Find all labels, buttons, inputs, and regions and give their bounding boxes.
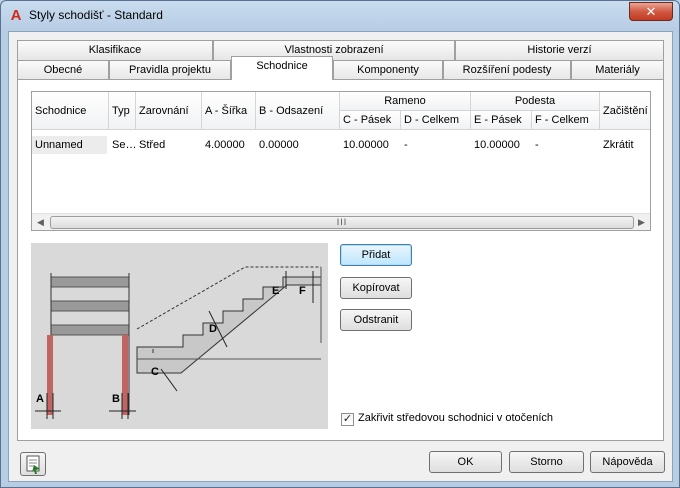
header-d-celkem[interactable]: D - Celkem bbox=[401, 111, 471, 130]
dialog-window: A Styly schodišť - Standard ✕ Klasifikac… bbox=[0, 0, 680, 488]
diagram-label-d: D bbox=[209, 323, 217, 335]
close-button[interactable]: ✕ bbox=[629, 2, 673, 21]
tab-obecne[interactable]: Obecné bbox=[17, 60, 109, 80]
cell-a-sirka[interactable]: 4.00000 bbox=[202, 136, 256, 154]
curve-stringer-label[interactable]: Zakřivit středovou schodnici v otočeních bbox=[358, 412, 553, 424]
curve-stringer-checkbox[interactable]: ✓ bbox=[341, 413, 354, 426]
cell-zacisteni[interactable]: Zkrátit bbox=[600, 136, 650, 154]
header-f-celkem[interactable]: F - Celkem bbox=[532, 111, 600, 130]
remove-button[interactable]: Odstranit bbox=[340, 309, 412, 331]
header-b-odsazeni[interactable]: B - Odsazení bbox=[256, 92, 340, 130]
title-bar[interactable]: A Styly schodišť - Standard ✕ bbox=[1, 1, 679, 31]
details-toggle-button[interactable] bbox=[20, 452, 46, 476]
diagram-label-e: E bbox=[272, 285, 280, 297]
diagram-label-c: C bbox=[151, 366, 159, 378]
stringers-grid: Schodnice Typ Zarovnání A - Šířka B - Od… bbox=[31, 91, 651, 231]
cell-f-celkem[interactable]: - bbox=[532, 136, 600, 154]
tab-materialy[interactable]: Materiály bbox=[571, 60, 664, 80]
cell-c-pasek[interactable]: 10.00000 bbox=[340, 136, 401, 154]
cell-zarovnani[interactable]: Střed bbox=[136, 136, 202, 154]
tab-rozsireni-podesty[interactable]: Rozšíření podesty bbox=[443, 60, 571, 80]
diagram-label-a: A bbox=[36, 393, 44, 405]
scroll-left-icon[interactable]: ◀ bbox=[32, 214, 49, 230]
stringer-diagram-drawing bbox=[35, 266, 322, 419]
header-group-rameno: Rameno bbox=[340, 92, 471, 111]
cancel-button[interactable]: Storno bbox=[509, 451, 584, 473]
copy-button[interactable]: Kopírovat bbox=[340, 277, 412, 299]
header-e-pasek[interactable]: E - Pásek bbox=[471, 111, 532, 130]
help-button[interactable]: Nápověda bbox=[590, 451, 665, 473]
header-zarovnani[interactable]: Zarovnání bbox=[136, 92, 202, 130]
tab-klasifikace[interactable]: Klasifikace bbox=[17, 40, 213, 60]
cell-e-pasek[interactable]: 10.00000 bbox=[471, 136, 532, 154]
window-title: Styly schodišť - Standard bbox=[29, 8, 163, 22]
tab-komponenty[interactable]: Komponenty bbox=[333, 60, 443, 80]
scroll-right-icon[interactable]: ▶ bbox=[633, 214, 650, 230]
header-typ[interactable]: Typ bbox=[109, 92, 136, 130]
scroll-thumb[interactable]: III bbox=[50, 216, 634, 229]
tab-panel-schodnice: Schodnice Typ Zarovnání A - Šířka B - Od… bbox=[17, 79, 664, 441]
tab-historie-verzi[interactable]: Historie verzí bbox=[455, 40, 664, 60]
ok-button[interactable]: OK bbox=[429, 451, 502, 473]
header-group-podesta: Podesta bbox=[471, 92, 600, 111]
document-arrow-icon bbox=[26, 455, 40, 474]
header-schodnice[interactable]: Schodnice bbox=[32, 92, 109, 130]
autocad-app-icon: A bbox=[10, 7, 22, 24]
cell-typ[interactable]: Se… bbox=[109, 136, 136, 154]
grid-horizontal-scrollbar[interactable]: ◀ III ▶ bbox=[32, 213, 650, 230]
diagram-label-b: B bbox=[112, 393, 120, 405]
add-button[interactable]: Přidat bbox=[340, 244, 412, 266]
cell-schodnice[interactable]: Unnamed bbox=[32, 136, 107, 154]
tab-schodnice[interactable]: Schodnice bbox=[231, 56, 333, 80]
cell-b-odsazeni[interactable]: 0.00000 bbox=[256, 136, 340, 154]
stringer-illustration: A B C D E F bbox=[31, 243, 328, 429]
tab-pravidla-projektu[interactable]: Pravidla projektu bbox=[109, 60, 231, 80]
scroll-thumb-grip: III bbox=[336, 217, 348, 227]
header-c-pasek[interactable]: C - Pásek bbox=[340, 111, 401, 130]
dialog-client-area: Klasifikace Vlastnosti zobrazení Histori… bbox=[8, 31, 673, 482]
header-a-sirka[interactable]: A - Šířka bbox=[202, 92, 256, 130]
header-zacisteni[interactable]: Začištění bbox=[600, 92, 650, 130]
diagram-label-f: F bbox=[299, 285, 306, 297]
cell-d-celkem[interactable]: - bbox=[401, 136, 471, 154]
